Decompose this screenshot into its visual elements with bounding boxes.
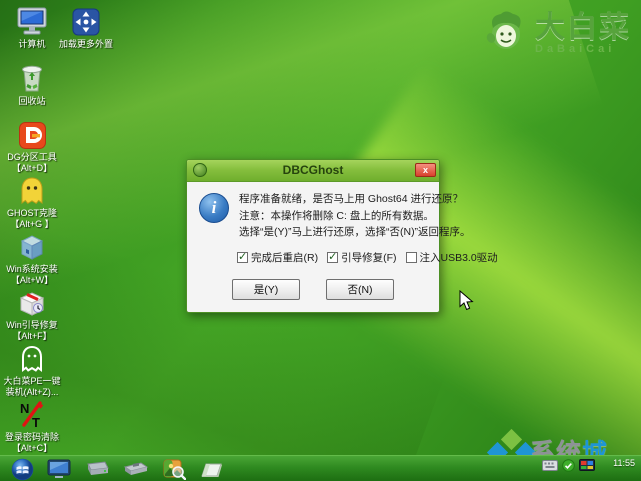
close-icon[interactable]: x (415, 163, 436, 177)
dabaicai-logo: 大白菜 DaBaiCai (483, 8, 631, 59)
dialog-body: i 程序准备就绪，是否马上用 Ghost64 进行还原？ 注意：本操作将删除 C… (187, 182, 498, 312)
desktop-icon-label: GHOST克隆 【Alt+G 】 (6, 208, 57, 229)
display-icon[interactable] (579, 459, 595, 472)
checkbox-box[interactable] (327, 250, 339, 263)
desktop-icon-recycle-bin[interactable]: 回收站 (0, 60, 64, 107)
dg-partition-icon (0, 116, 64, 150)
info-icon: i (199, 193, 229, 223)
taskbar-computer-button[interactable] (44, 457, 74, 481)
brand-name: 大白菜 (535, 10, 631, 44)
svg-text:N: N (20, 401, 29, 416)
desktop-icon-dabaicai-pe[interactable]: 大白菜PE一键 装机(Alt+Z)... (0, 340, 64, 398)
checkbox-boot-repair[interactable]: 引导修复(F) (327, 250, 397, 265)
start-orb-icon (11, 458, 33, 480)
desktop-icon-label: 大白菜PE一键 装机(Alt+Z)... (3, 376, 61, 397)
system-tray (542, 459, 595, 472)
desktop-icon-dg-partition[interactable]: DG分区工具 【Alt+D】 (0, 116, 64, 174)
desktop-icon-load-more-external[interactable]: 加载更多外置 (50, 3, 122, 50)
desktop-icon-label: DG分区工具 【Alt+D】 (7, 152, 57, 173)
memory-chip-icon (123, 462, 149, 475)
desktop-icon-label: 加载更多外置 (58, 39, 113, 49)
dialog-message-line: 程序准备就绪，是否马上用 Ghost64 进行还原？ (239, 193, 464, 205)
load-more-external-icon (50, 3, 122, 37)
checkbox-box[interactable] (405, 251, 417, 263)
mouse-cursor (459, 289, 475, 317)
desktop-icon-password-clear[interactable]: N T 登录密码清除 【Alt+C】 (0, 396, 64, 454)
cabbage-mascot-icon (483, 8, 529, 59)
folder-icon (200, 463, 222, 477)
dbcghost-dialog: DBCGhost x i 程序准备就绪，是否马上用 Ghost64 进行还原？ … (186, 159, 498, 313)
status-icon[interactable] (562, 459, 575, 472)
ghost-clone-icon (0, 172, 64, 206)
desktop-icon-label: 回收站 (18, 96, 46, 106)
taskbar: 11:55 (0, 455, 641, 481)
yes-button[interactable]: 是(Y) (232, 278, 300, 300)
dialog-titlebar[interactable]: DBCGhost x (187, 160, 439, 182)
checkbox-restart-after-finish[interactable]: 完成后重启(R) (237, 250, 318, 265)
desktop-icon-label: 登录密码清除 【Alt+C】 (4, 432, 59, 453)
taskbar-folder-button[interactable] (196, 457, 226, 481)
dabaicai-pe-icon (0, 340, 64, 374)
desktop-icon-win-boot-repair[interactable]: Win引导修复 【Alt+F】 (0, 284, 64, 342)
win-boot-repair-icon (0, 284, 64, 318)
taskbar-memory-button[interactable] (120, 457, 152, 481)
desktop-icon-label: Win引导修复 【Alt+F】 (6, 320, 58, 341)
dialog-title: DBCGhost (282, 163, 344, 177)
checkbox-label: 注入USB3.0驱动 (419, 251, 498, 264)
keyboard-icon[interactable] (542, 460, 558, 471)
dialog-message-line: 选择“是(Y)”马上进行还原，选择“否(N)”返回程序。 (239, 226, 471, 238)
desktop-icon-win-install[interactable]: Win系统安装 【Alt+W】 (0, 228, 64, 286)
image-tool-icon (163, 459, 186, 480)
checkbox-label: 完成后重启(R) (251, 251, 319, 264)
password-clear-icon: N T (0, 396, 64, 430)
checkbox-inject-usb3-driver[interactable]: 注入USB3.0驱动 (405, 250, 498, 265)
computer-window-icon (47, 459, 71, 478)
start-button[interactable] (8, 457, 36, 481)
desktop-icon-label: Win系统安装 【Alt+W】 (6, 264, 58, 285)
desktop: 大白菜 DaBaiCai 计算机 加载更多外置 回收站 DG分区工具 【Alt+… (0, 0, 641, 481)
taskbar-clock[interactable]: 11:55 (613, 458, 635, 469)
win-install-icon (0, 228, 64, 262)
svg-text:T: T (32, 415, 40, 430)
taskbar-disk-button[interactable] (82, 457, 112, 481)
recycle-bin-icon (0, 60, 64, 94)
checkbox-label: 引导修复(F) (341, 251, 397, 264)
brand-latin: DaBaiCai (535, 42, 616, 55)
dialog-message-line: 注意：本操作将删除 C: 盘上的所有数据。 (239, 209, 434, 222)
no-button[interactable]: 否(N) (326, 278, 394, 300)
taskbar-image-tool-button[interactable] (158, 457, 190, 481)
watermark-diamond (500, 428, 523, 451)
disk-drive-icon (86, 461, 109, 475)
checkbox-box[interactable] (237, 250, 248, 263)
desktop-icon-ghost-clone[interactable]: GHOST克隆 【Alt+G 】 (0, 172, 64, 230)
